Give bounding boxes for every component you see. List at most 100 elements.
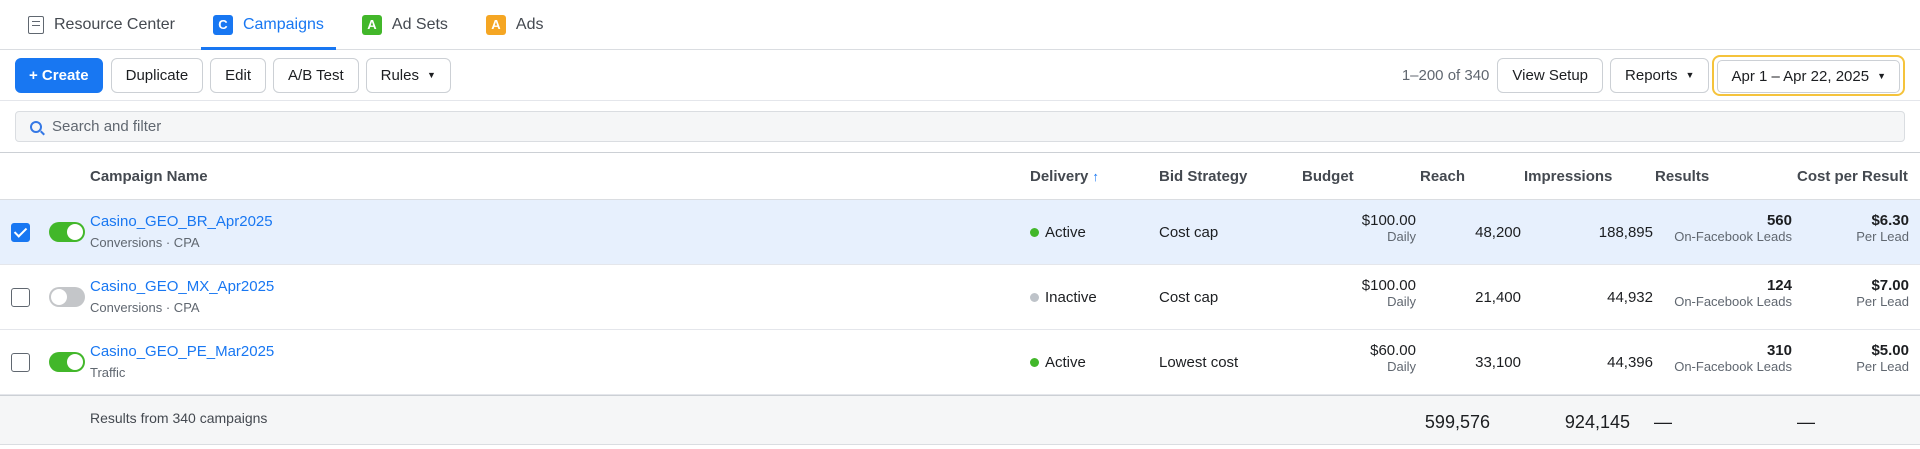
campaigns-badge-icon: C	[212, 14, 233, 35]
column-header-results[interactable]: Results	[1655, 168, 1709, 185]
tab-campaigns[interactable]: C Campaigns	[200, 0, 336, 50]
cost-unit: Per Lead	[1856, 294, 1909, 309]
bid-strategy: Lowest cost	[1159, 354, 1239, 371]
ads-badge-icon: A	[485, 14, 506, 35]
budget-period: Daily	[1387, 359, 1416, 374]
search-input[interactable]: Search and filter	[15, 111, 1905, 142]
search-placeholder: Search and filter	[52, 118, 162, 135]
tab-ad-sets[interactable]: A Ad Sets	[350, 0, 460, 49]
rules-label: Rules	[380, 66, 419, 84]
impressions-value: 44,932	[1607, 289, 1653, 306]
delivery-status: Active	[1030, 354, 1086, 371]
delivery-label: Active	[1045, 354, 1086, 371]
edit-button[interactable]: Edit	[210, 57, 267, 93]
campaign-name-link[interactable]: Casino_GEO_MX_Apr2025	[90, 278, 274, 295]
tab-label: Ad Sets	[391, 15, 448, 33]
status-dot-icon	[1030, 228, 1039, 237]
campaign-toggle[interactable]	[49, 352, 85, 372]
cost-unit: Per Lead	[1856, 359, 1909, 374]
status-dot-icon	[1030, 293, 1039, 302]
pagination-range: 1–200 of 340	[1401, 66, 1490, 84]
sort-ascending-icon: ↑	[1092, 169, 1099, 184]
ad-sets-badge-icon: A	[361, 14, 382, 35]
table-row[interactable]: Casino_GEO_MX_Apr2025 Conversions · CPA …	[0, 265, 1920, 330]
reach-value: 21,400	[1475, 289, 1521, 306]
delivery-status: Active	[1030, 224, 1086, 241]
table-header: Campaign Name Delivery ↑ Bid Strategy Bud…	[0, 152, 1920, 200]
cost-value: $7.00	[1871, 277, 1909, 294]
reach-value: 33,100	[1475, 354, 1521, 371]
budget-period: Daily	[1387, 294, 1416, 309]
column-header-campaign-name[interactable]: Campaign Name	[90, 168, 208, 185]
budget-cell: $100.00 Daily	[1362, 212, 1416, 244]
results-value: 560	[1766, 212, 1792, 229]
date-range-label: Apr 1 – Apr 22, 2025	[1731, 67, 1870, 85]
campaign-objective: Traffic	[90, 365, 126, 380]
ab-test-button[interactable]: A/B Test	[273, 57, 359, 93]
cost-value: $6.30	[1871, 212, 1909, 229]
table-row[interactable]: Casino_GEO_PE_Mar2025 Traffic Active Low…	[0, 330, 1920, 395]
campaign-name-link[interactable]: Casino_GEO_PE_Mar2025	[90, 343, 274, 360]
document-icon	[28, 15, 44, 34]
row-checkbox[interactable]	[11, 288, 30, 307]
results-cell: 124 On-Facebook Leads	[1674, 277, 1792, 309]
duplicate-button[interactable]: Duplicate	[110, 57, 204, 93]
reports-label: Reports	[1625, 66, 1678, 84]
bid-strategy: Cost cap	[1159, 289, 1219, 306]
results-type: On-Facebook Leads	[1674, 229, 1792, 244]
campaign-toggle[interactable]	[49, 222, 85, 242]
table-summary-row: Results from 340 campaigns 599,576 924,1…	[0, 395, 1920, 445]
column-header-budget[interactable]: Budget	[1302, 168, 1354, 185]
tab-label: Ads	[515, 15, 544, 33]
cost-total: —	[1797, 412, 1815, 432]
budget-cell: $60.00 Daily	[1370, 342, 1416, 374]
table-row[interactable]: Casino_GEO_BR_Apr2025 Conversions · CPA …	[0, 200, 1920, 265]
row-checkbox[interactable]	[11, 353, 30, 372]
date-range-picker[interactable]: Apr 1 – Apr 22, 2025 ▼	[1712, 54, 1905, 96]
caret-down-icon: ▼	[426, 70, 436, 80]
rules-dropdown[interactable]: Rules ▼	[365, 57, 451, 93]
results-value: 124	[1766, 277, 1792, 294]
status-dot-icon	[1030, 358, 1039, 367]
column-header-delivery[interactable]: Delivery ↑	[1030, 168, 1099, 185]
column-header-cost-per-result[interactable]: Cost per Result	[1797, 168, 1908, 185]
campaign-name-link[interactable]: Casino_GEO_BR_Apr2025	[90, 213, 273, 230]
caret-down-icon: ▼	[1877, 71, 1886, 81]
column-label: Delivery	[1030, 168, 1089, 185]
campaign-objective: Conversions · CPA	[90, 300, 200, 315]
campaign-toggle[interactable]	[49, 287, 85, 307]
tab-ads[interactable]: A Ads	[474, 0, 556, 49]
cost-cell: $6.30 Per Lead	[1856, 212, 1909, 244]
delivery-status: Inactive	[1030, 289, 1097, 306]
tab-label: Resource Center	[54, 15, 175, 33]
delivery-label: Active	[1045, 224, 1086, 241]
budget-amount: $60.00	[1370, 342, 1416, 359]
campaigns-table: Campaign Name Delivery ↑ Bid Strategy Bud…	[0, 152, 1920, 445]
results-type: On-Facebook Leads	[1674, 294, 1792, 309]
reach-value: 48,200	[1475, 224, 1521, 241]
budget-amount: $100.00	[1361, 277, 1416, 294]
tab-label: Campaigns	[242, 15, 324, 33]
results-cell: 560 On-Facebook Leads	[1674, 212, 1792, 244]
reach-total: 599,576	[1424, 412, 1490, 432]
column-header-bid-strategy[interactable]: Bid Strategy	[1159, 168, 1247, 185]
results-type: On-Facebook Leads	[1674, 359, 1792, 374]
column-header-impressions[interactable]: Impressions	[1524, 168, 1612, 185]
caret-down-icon: ▼	[1685, 70, 1695, 80]
impressions-value: 44,396	[1607, 354, 1653, 371]
cost-value: $5.00	[1871, 342, 1909, 359]
tab-resource-center[interactable]: Resource Center	[16, 0, 187, 49]
cost-cell: $5.00 Per Lead	[1856, 342, 1909, 374]
reports-dropdown[interactable]: Reports ▼	[1610, 57, 1710, 93]
search-icon	[30, 120, 42, 133]
row-checkbox[interactable]	[11, 223, 30, 242]
results-value: 310	[1766, 342, 1792, 359]
create-button[interactable]: + Create	[15, 57, 103, 93]
level-tabs: Resource Center C Campaigns A Ad Sets A …	[0, 0, 1920, 50]
results-cell: 310 On-Facebook Leads	[1674, 342, 1792, 374]
budget-amount: $100.00	[1361, 212, 1416, 229]
results-total: —	[1654, 412, 1672, 432]
column-header-reach[interactable]: Reach	[1420, 168, 1465, 185]
view-setup-button[interactable]: View Setup	[1497, 57, 1604, 93]
summary-label: Results from 340 campaigns	[90, 410, 268, 426]
